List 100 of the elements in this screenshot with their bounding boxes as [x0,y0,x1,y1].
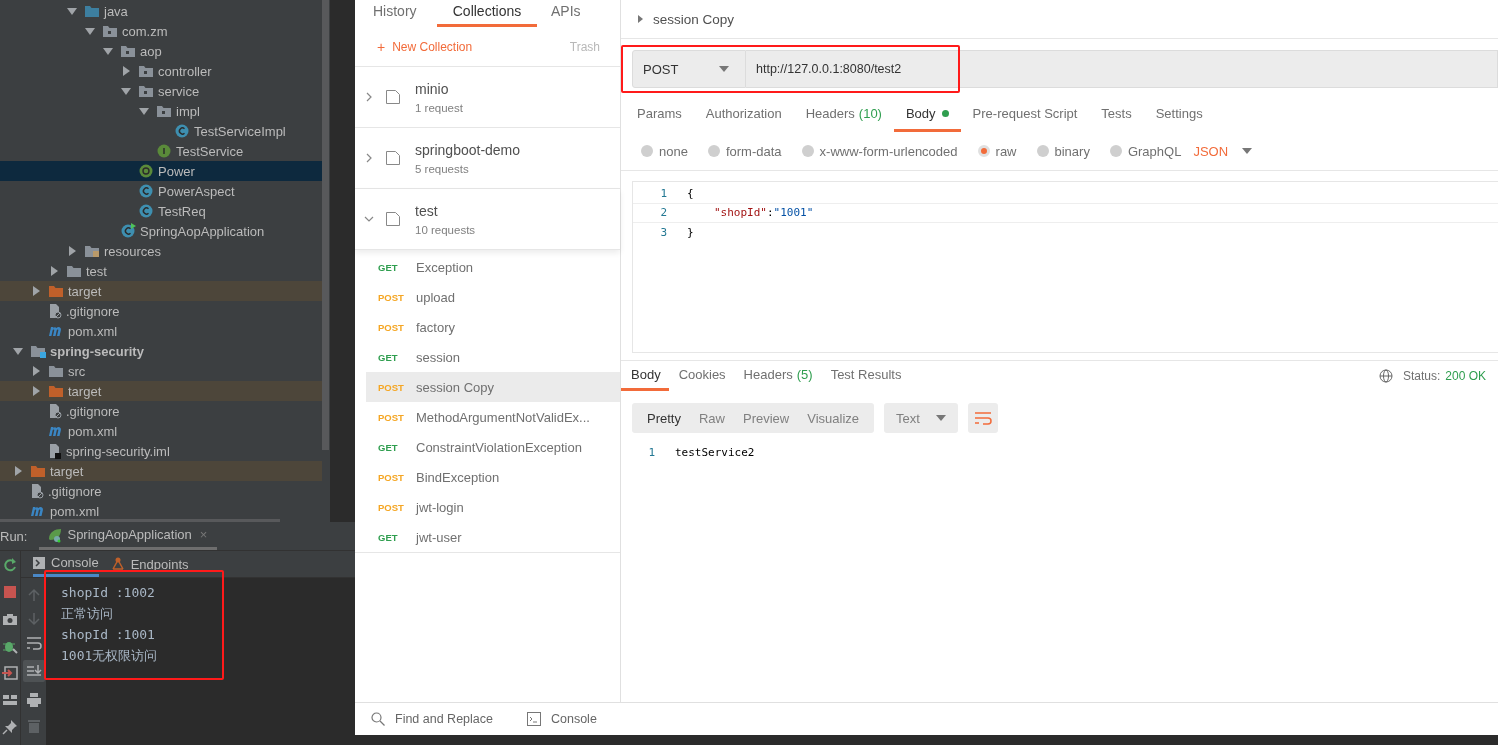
tree-item[interactable]: service [0,81,322,101]
wrap-button[interactable] [967,403,998,433]
layout-icon[interactable] [2,692,18,708]
request-tab[interactable]: Params [625,98,694,132]
stop-icon[interactable] [2,584,18,600]
caret-right-icon[interactable] [66,245,78,257]
format-select[interactable]: Text [884,403,958,433]
request-tab[interactable]: Pre-request Script [960,98,1090,132]
tree-item[interactable]: TestService [0,141,322,161]
radio-button[interactable] [801,145,814,157]
caret-down-icon[interactable] [66,5,78,17]
view-mode-tab[interactable]: Raw [689,403,734,433]
request-tab[interactable]: Authorization [693,98,794,132]
print-icon[interactable] [25,692,42,708]
find-replace-button[interactable]: Find and Replace [371,712,493,726]
tree-item[interactable]: target [0,381,322,401]
request-item[interactable]: POST MethodArgumentNotValidEx... [366,402,620,432]
tree-item[interactable]: test [0,261,322,281]
scroll-to-end-button[interactable] [22,660,45,682]
tree-item[interactable]: .gitignore [0,301,322,321]
collection-item[interactable]: minio 1 request [355,67,620,128]
view-mode-tab[interactable]: Pretty [638,403,690,433]
request-item[interactable]: GET jwt-user [366,522,620,552]
response-tab[interactable]: Headers (5) [733,361,821,391]
tree-item[interactable]: TestServiceImpl [0,121,322,141]
request-item[interactable]: POST session Copy [366,372,620,402]
wrap-icon[interactable] [25,636,42,650]
tree-item[interactable]: resources [0,241,322,261]
tree-item[interactable]: controller [0,61,322,81]
exit-icon[interactable] [2,665,18,681]
caret-down-icon[interactable] [84,25,96,37]
request-item[interactable]: POST BindException [366,462,620,492]
radio-button[interactable] [707,145,720,157]
tree-item[interactable]: pom.xml [0,501,322,521]
request-item[interactable]: POST jwt-login [366,492,620,522]
sidebar-tab[interactable]: Collections [437,0,537,27]
tree-item[interactable]: target [0,461,322,481]
radio-button[interactable] [1036,145,1049,157]
pin-icon[interactable] [2,719,18,735]
caret-right-icon[interactable] [30,285,42,297]
sidebar-tab[interactable]: APIs [537,0,591,27]
response-tab[interactable]: Body [621,361,669,391]
caret-down-icon[interactable] [120,85,132,97]
radio-button[interactable] [641,145,653,157]
radio-option[interactable]: binary [1036,143,1090,159]
request-item[interactable]: GET session [366,342,620,372]
response-tab[interactable]: Test Results [820,361,910,391]
tree-item[interactable]: Power [0,161,322,181]
globe-icon[interactable] [1378,369,1393,383]
request-tab[interactable]: Settings [1143,98,1215,132]
console-button[interactable]: Console [527,712,597,726]
response-tab[interactable]: Cookies [668,361,734,391]
view-mode-tab[interactable]: Preview [734,403,799,433]
collection-item[interactable]: springboot-demo 5 requests [355,128,620,189]
caret-down-icon[interactable] [138,105,150,117]
tree-item[interactable]: pom.xml [0,321,322,341]
caret-right-icon[interactable] [637,14,645,24]
request-item[interactable]: GET ConstraintViolationException [366,432,620,462]
request-tab[interactable]: Headers (10) [793,98,894,132]
caret-right-icon[interactable] [30,365,42,377]
collection-item[interactable]: test 10 requests [355,189,620,250]
scrollbar-thumb[interactable] [322,0,329,450]
radio-option[interactable]: none [641,143,688,159]
url-field[interactable]: http://127.0.0.1:8080/test2 [746,50,1498,88]
tree-item[interactable]: impl [0,101,322,121]
tree-item[interactable]: spring-security [0,341,322,361]
tree-item[interactable]: .gitignore [0,481,322,501]
tree-item[interactable]: PowerAspect [0,181,322,201]
rerun-icon[interactable] [2,557,18,573]
request-item[interactable]: POST upload [366,282,620,312]
tree-item[interactable]: aop [0,41,322,61]
request-tab[interactable]: Tests [1089,98,1144,132]
sidebar-tab[interactable]: History [363,0,437,27]
tree-item[interactable]: spring-security.iml [0,441,322,461]
radio-button[interactable] [977,145,990,157]
console-tab[interactable]: Endpoints [110,551,189,577]
tree-item[interactable]: com.zm [0,21,322,41]
radio-option[interactable]: GraphQL [1109,143,1182,159]
radio-option[interactable]: x-www-form-urlencoded [801,143,958,159]
request-item[interactable]: POST factory [366,312,620,342]
caret-down-icon[interactable] [12,345,24,357]
tree-item[interactable]: java [0,1,322,21]
request-item[interactable]: GET Exception [366,252,620,282]
view-mode-tab[interactable]: Visualize [798,403,869,433]
tree-item[interactable]: src [0,361,322,381]
camera-icon[interactable] [2,611,18,627]
tree-item[interactable]: target [0,281,322,301]
new-collection-button[interactable]: + New Collection [377,38,473,55]
radio-option[interactable]: form-data [707,143,782,159]
radio-button[interactable] [1109,145,1122,157]
radio-option[interactable]: raw [977,143,1017,159]
code-editor[interactable]: 1 { 2 "shopId":"1001" 3 } [632,181,1498,353]
tree-item[interactable]: .gitignore [0,401,322,421]
caret-down-icon[interactable] [102,45,114,57]
caret-right-icon[interactable] [30,385,42,397]
format-select[interactable]: JSON [1193,143,1253,159]
tree-item[interactable]: pom.xml [0,421,322,441]
run-tab[interactable]: SpringAopApplication × [39,522,218,550]
tree-item[interactable]: TestReq [0,201,322,221]
caret-right-icon[interactable] [48,265,60,277]
